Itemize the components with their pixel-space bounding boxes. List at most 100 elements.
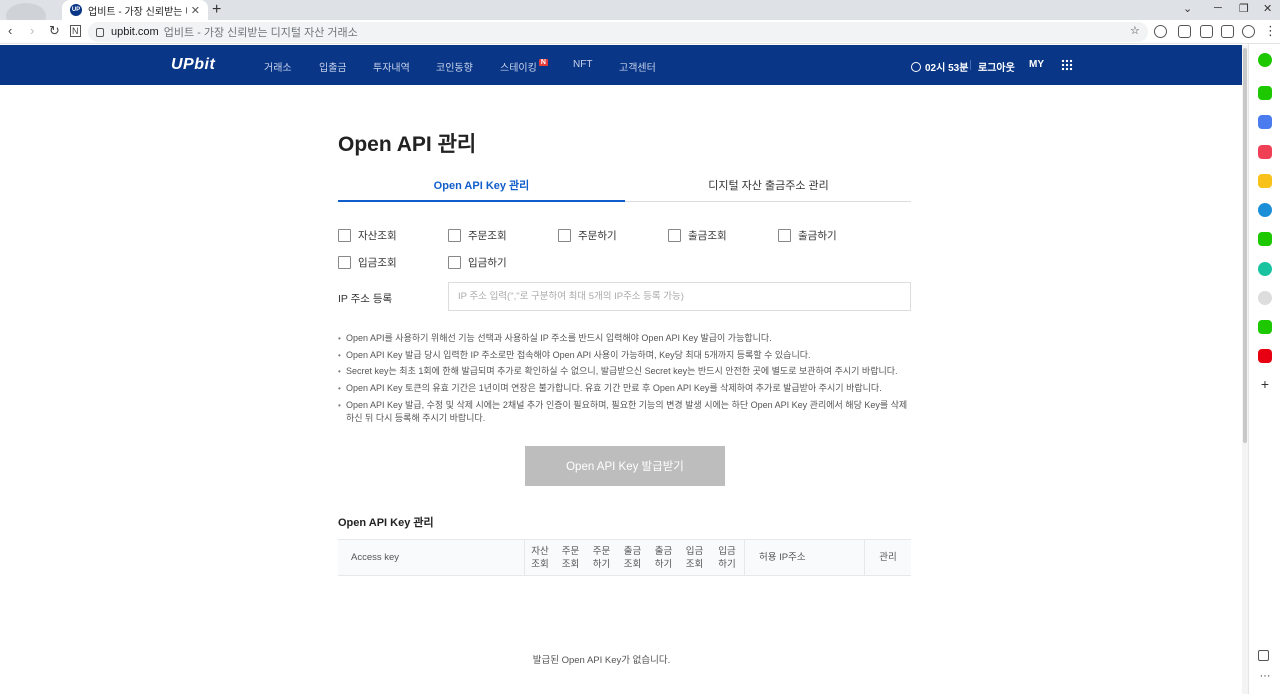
list-item: Open API Key 발급, 수정 및 삭제 시에는 2채널 추가 인증이 … bbox=[338, 399, 913, 426]
tab-api-key[interactable]: Open API Key 관리 bbox=[338, 175, 625, 202]
divider bbox=[970, 60, 971, 70]
nav-staking-label: 스테이킹 bbox=[500, 63, 537, 74]
green-square-icon[interactable] bbox=[1258, 232, 1272, 246]
checkbox-box[interactable] bbox=[778, 229, 791, 242]
th-allowed-ip: 허용 IP주소 bbox=[744, 540, 864, 575]
browser-tab-upbit[interactable]: UP 업비트 - 가장 신뢰받는 디지털 ✕ bbox=[62, 0, 208, 20]
pocket-icon[interactable] bbox=[1258, 145, 1272, 159]
scrollbar-thumb[interactable] bbox=[1243, 48, 1247, 443]
checkbox-order-view[interactable]: 주문조회 bbox=[448, 228, 507, 243]
apps-grid-icon[interactable] bbox=[1061, 59, 1073, 71]
more-icon[interactable]: ··· bbox=[1258, 670, 1272, 684]
notice-list: Open API를 사용하기 위해선 기능 선택과 사용하실 IP 주소를 반드… bbox=[338, 332, 913, 429]
green-circle-icon[interactable] bbox=[1258, 53, 1272, 67]
nav-support[interactable]: 고객센터 bbox=[619, 59, 656, 74]
nav-deposit-withdraw[interactable]: 입출금 bbox=[319, 59, 347, 74]
th-withdraw: 출금 하기 bbox=[654, 545, 673, 570]
timer-text: 02시 53분 bbox=[925, 63, 969, 74]
checkbox-withdraw-view[interactable]: 출금조회 bbox=[668, 228, 727, 243]
naver-icon[interactable]: N bbox=[70, 25, 81, 37]
extension-icon[interactable] bbox=[1154, 25, 1167, 38]
list-item: Open API Key 발급 당시 입력한 IP 주소로만 접속해야 Open… bbox=[338, 349, 913, 363]
checkbox-label: 입금하기 bbox=[468, 257, 507, 269]
new-tab-button[interactable]: + bbox=[212, 1, 221, 19]
checkbox-order-place[interactable]: 주문하기 bbox=[558, 228, 617, 243]
empty-message: 발급된 Open API Key가 없습니다. bbox=[532, 655, 671, 666]
cast-icon[interactable] bbox=[1178, 25, 1191, 38]
url-title: 업비트 - 가장 신뢰받는 디지털 자산 거래소 bbox=[163, 27, 358, 39]
checkbox-deposit[interactable]: 입금하기 bbox=[448, 255, 507, 270]
checkbox-withdraw[interactable]: 출금하기 bbox=[778, 228, 837, 243]
tab-close-icon[interactable]: ✕ bbox=[191, 4, 200, 17]
upbit-favicon-icon: UP bbox=[70, 4, 82, 16]
nav-nft[interactable]: NFT bbox=[573, 59, 592, 70]
th-order-view: 주문 조회 bbox=[561, 545, 580, 570]
avatar-icon[interactable] bbox=[1258, 291, 1272, 305]
checkbox-label: 주문하기 bbox=[578, 230, 617, 242]
forward-icon[interactable]: › bbox=[30, 23, 34, 38]
upbit-logo[interactable]: UPbit bbox=[171, 56, 215, 74]
bookmark-star-icon[interactable]: ☆ bbox=[1130, 24, 1143, 37]
tab-title: 업비트 - 가장 신뢰받는 디지털 bbox=[88, 6, 187, 18]
edge-icon[interactable] bbox=[1258, 203, 1272, 217]
list-item: Secret key는 최초 1회에 한해 발급되며 추가로 확인하실 수 없으… bbox=[338, 365, 913, 379]
logout-button[interactable]: 로그아웃 bbox=[978, 59, 1015, 74]
red-logo-icon[interactable] bbox=[1258, 349, 1272, 363]
lock-icon bbox=[96, 27, 104, 37]
account-icon[interactable] bbox=[1242, 25, 1255, 38]
minimize-icon[interactable]: ─ bbox=[1214, 2, 1222, 14]
section-title: Open API Key 관리 bbox=[338, 517, 434, 529]
nav-investments[interactable]: 투자내역 bbox=[373, 59, 410, 74]
browser-toolbar: ‹ › ↻ N upbit.com 업비트 - 가장 신뢰받는 디지털 자산 거… bbox=[0, 20, 1280, 44]
nav-coin-trends[interactable]: 코인동향 bbox=[436, 59, 473, 74]
checkbox-box[interactable] bbox=[448, 229, 461, 242]
th-access-key: Access key bbox=[351, 552, 400, 563]
checkbox-box[interactable] bbox=[668, 229, 681, 242]
add-icon[interactable]: + bbox=[1258, 377, 1272, 391]
checkbox-label: 출금하기 bbox=[798, 230, 837, 242]
new-badge: N bbox=[538, 59, 548, 66]
my-button[interactable]: MY bbox=[1029, 59, 1044, 70]
browser-sidebar: + ··· bbox=[1248, 44, 1280, 694]
checkbox-label: 입금조회 bbox=[358, 257, 397, 269]
session-timer: 02시 53분 bbox=[911, 59, 968, 74]
reload-icon[interactable]: ↻ bbox=[49, 23, 60, 39]
green-chat-icon[interactable] bbox=[1258, 86, 1272, 100]
external-link-icon[interactable] bbox=[1258, 650, 1269, 661]
nav-exchange[interactable]: 거래소 bbox=[264, 59, 292, 74]
browser-tabstrip: UP 업비트 - 가장 신뢰받는 디지털 ✕ + ⌄ ─ ❐ ✕ bbox=[0, 0, 1280, 29]
issue-api-key-button[interactable]: Open API Key 발급받기 bbox=[525, 446, 725, 486]
restore-icon[interactable]: ❐ bbox=[1239, 2, 1249, 15]
list-item: Open API Key 토큰의 유효 기간은 1년이며 연장은 불가합니다. … bbox=[338, 382, 913, 396]
tab-search-icon[interactable]: ⌄ bbox=[1183, 2, 1192, 15]
url-host: upbit.com bbox=[111, 26, 159, 38]
table-header: Access key 자산 조회 주문 조회 주문 하기 출금 조회 출금 하기… bbox=[338, 539, 911, 576]
checkbox-deposit-view[interactable]: 입금조회 bbox=[338, 255, 397, 270]
checkbox-label: 자산조회 bbox=[358, 230, 397, 242]
screenshot-icon[interactable] bbox=[1200, 25, 1213, 38]
close-window-icon[interactable]: ✕ bbox=[1263, 2, 1272, 15]
split-view-icon[interactable] bbox=[1221, 25, 1234, 38]
list-item: Open API를 사용하기 위해선 기능 선택과 사용하실 IP 주소를 반드… bbox=[338, 332, 913, 346]
th-manage: 관리 bbox=[864, 540, 911, 575]
address-bar[interactable]: upbit.com 업비트 - 가장 신뢰받는 디지털 자산 거래소 bbox=[88, 22, 1148, 42]
page-title: Open API 관리 bbox=[338, 133, 477, 156]
checkbox-asset-view[interactable]: 자산조회 bbox=[338, 228, 397, 243]
th-asset-view: 자산 조회 bbox=[524, 540, 555, 575]
checkbox-label: 주문조회 bbox=[468, 230, 507, 242]
menu-more-icon[interactable]: ⋮ bbox=[1264, 23, 1277, 39]
checkbox-box[interactable] bbox=[558, 229, 571, 242]
checkbox-box[interactable] bbox=[448, 256, 461, 269]
checkbox-box[interactable] bbox=[338, 229, 351, 242]
checkbox-box[interactable] bbox=[338, 256, 351, 269]
play-icon[interactable] bbox=[1258, 262, 1272, 276]
ip-label: IP 주소 등록 bbox=[338, 293, 393, 305]
nav-staking[interactable]: 스테이킹N bbox=[500, 59, 548, 74]
back-icon[interactable]: ‹ bbox=[8, 23, 12, 38]
tab-withdraw-address[interactable]: 디지털 자산 출금주소 관리 bbox=[625, 175, 912, 202]
th-withdraw-view: 출금 조회 bbox=[623, 545, 642, 570]
star-icon[interactable] bbox=[1258, 174, 1272, 188]
ip-address-input[interactable] bbox=[448, 282, 911, 311]
calendar-icon[interactable] bbox=[1258, 115, 1272, 129]
green-tag-icon[interactable] bbox=[1258, 320, 1272, 334]
